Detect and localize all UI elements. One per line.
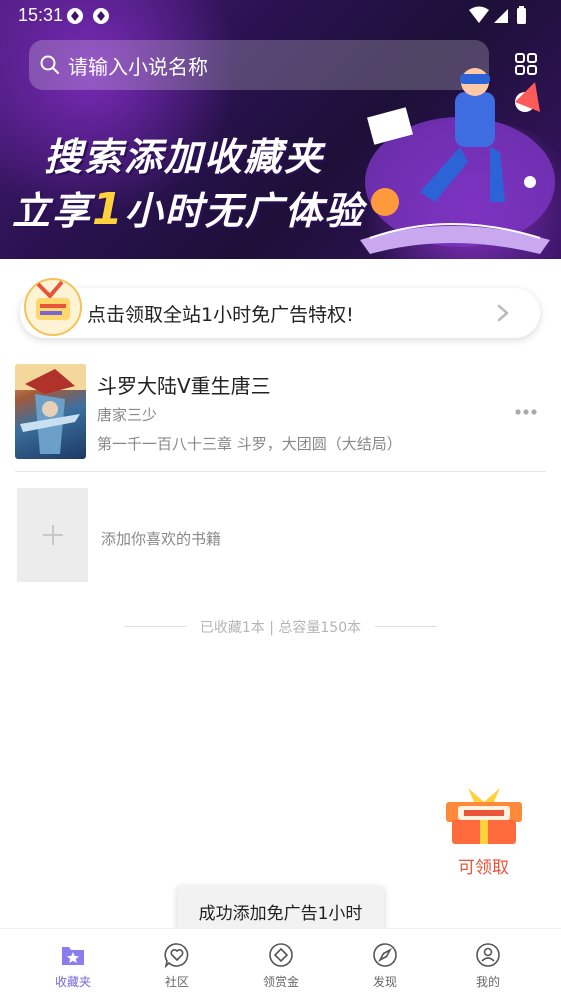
banner-headline: 搜索添加收藏夹: [44, 135, 325, 179]
privilege-text: 点击领取全站1小时免广告特权!: [87, 304, 354, 326]
book-author: 唐家三少: [97, 406, 158, 424]
summary-divider-right: [375, 626, 437, 627]
system-status-icons: [469, 6, 531, 31]
collection-summary: 已收藏1本 | 总容量150本: [199, 620, 362, 636]
tab-community[interactable]: 社区: [137, 941, 217, 990]
free-ad-privilege-banner[interactable]: 点击领取全站1小时免广告特权!: [20, 278, 540, 338]
book-cover[interactable]: [15, 364, 86, 459]
add-book-button[interactable]: [17, 488, 88, 582]
chevron-right-icon: [497, 304, 509, 322]
status-time: 15:31: [18, 5, 64, 25]
tab-bounty[interactable]: 领赏金: [241, 941, 321, 990]
free-ad-badge-icon: [24, 278, 82, 336]
bottom-tab-bar: 收藏夹 社区 领赏金 发现 我的: [0, 928, 561, 997]
status-bar: 15:31: [0, 0, 561, 32]
more-options-icon[interactable]: [514, 408, 538, 416]
reading-illustration: [360, 68, 555, 254]
book-list-item[interactable]: 斗罗大陆V重生唐三 唐家三少 第一千一百八十三章 斗罗，大团圆（大结局）: [15, 364, 546, 472]
plus-icon: [43, 525, 63, 545]
compass-icon: [373, 943, 397, 967]
reward-label[interactable]: 可领取: [458, 853, 509, 878]
gift-box-icon[interactable]: [438, 782, 530, 846]
book-title[interactable]: 斗罗大陆V重生唐三: [97, 370, 271, 399]
tab-discover[interactable]: 发现: [345, 941, 425, 990]
book-latest-chapter: 第一千一百八十三章 斗罗，大团圆（大结局）: [97, 435, 402, 453]
search-placeholder[interactable]: 请输入小说名称: [68, 51, 208, 80]
tab-profile[interactable]: 我的: [448, 941, 528, 990]
hero-banner[interactable]: 15:31 请输入小说名称 搜索添加收藏夹 立享1小时无广体验: [0, 0, 561, 259]
add-book-label[interactable]: 添加你喜欢的书籍: [101, 528, 221, 549]
heart-chat-icon: [164, 943, 189, 969]
profile-icon: [476, 943, 500, 967]
notification-icons: [66, 7, 112, 30]
bookshelf-icon: [62, 947, 84, 965]
tab-bookshelf[interactable]: 收藏夹: [33, 941, 113, 990]
banner-subheadline: 立享1小时无广体验: [12, 184, 365, 235]
search-icon: [40, 55, 60, 75]
coin-icon: [269, 943, 293, 967]
